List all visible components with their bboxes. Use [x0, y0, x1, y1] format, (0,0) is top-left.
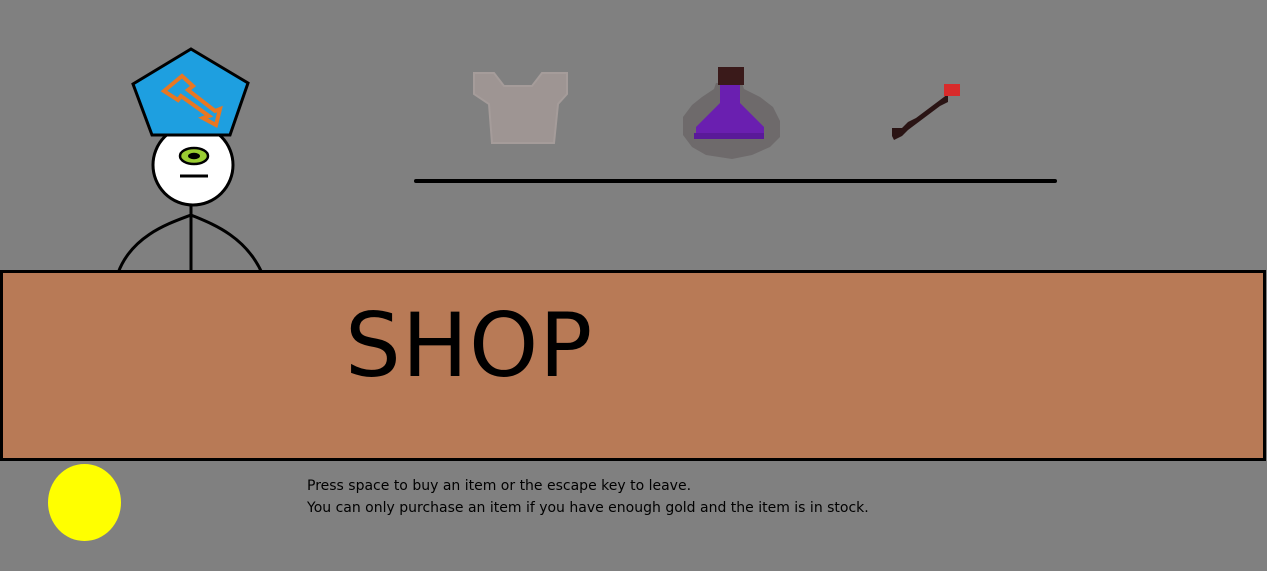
game-stage: SHOP Press space to buy an item or the e… [0, 0, 1267, 571]
shelf-divider [414, 179, 1057, 183]
shop-counter [0, 270, 1266, 461]
instruction-line-1: Press space to buy an item or the escape… [307, 478, 692, 494]
shopkeeper-head [151, 123, 235, 207]
gold-coin-icon [48, 464, 121, 541]
potion-icon [683, 67, 780, 159]
instructions-text: Press space to buy an item or the escape… [307, 475, 869, 519]
item-wand[interactable] [890, 80, 965, 145]
armor-icon [473, 72, 568, 144]
shopkeeper-hat [131, 47, 250, 137]
item-potion[interactable] [680, 65, 785, 160]
shop-title: SHOP [345, 294, 594, 397]
instruction-line-2: You can only purchase an item if you hav… [307, 500, 869, 516]
item-armor[interactable] [470, 70, 570, 146]
shopkeeper-body [116, 197, 264, 274]
wand-icon [892, 84, 960, 140]
shopkeeper [116, 47, 264, 274]
